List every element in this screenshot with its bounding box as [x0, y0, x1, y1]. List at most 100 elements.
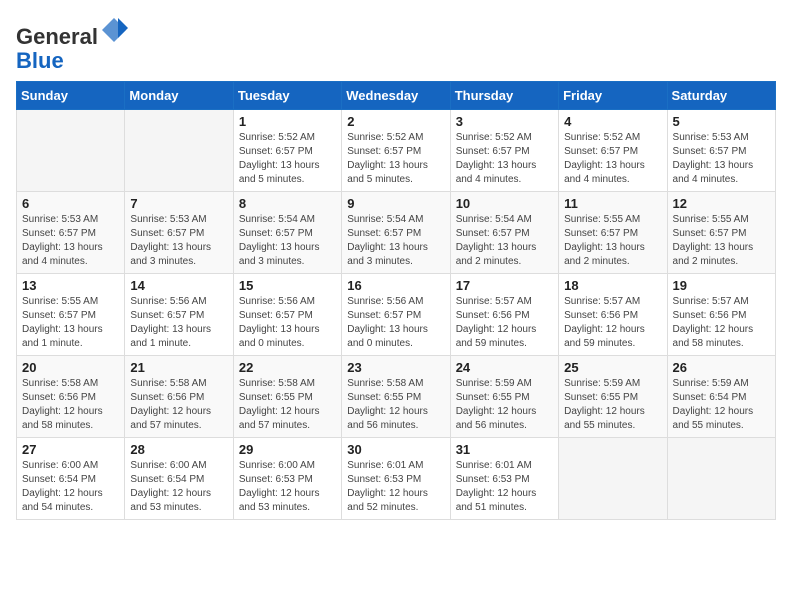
calendar-body: 1Sunrise: 5:52 AM Sunset: 6:57 PM Daylig… — [17, 110, 776, 520]
day-info: Sunrise: 5:59 AM Sunset: 6:55 PM Dayligh… — [564, 377, 661, 433]
calendar-cell: 24Sunrise: 5:59 AM Sunset: 6:55 PM Dayli… — [450, 356, 558, 438]
calendar-cell: 11 Sunrise: 5:55 AM Sunset: 6:57 PM Dayli… — [559, 192, 667, 274]
logo-blue: Blue — [16, 48, 64, 73]
day-number: 21 — [130, 360, 227, 375]
day-info: Sunrise: 5:54 AM Sunset: 6:57 PM Dayligh… — [239, 213, 336, 269]
day-number: 15 — [239, 278, 336, 293]
weekday-header-cell: Friday — [559, 82, 667, 110]
calendar-cell: 26Sunrise: 5:59 AM Sunset: 6:54 PM Dayli… — [667, 356, 775, 438]
logo-icon — [100, 16, 128, 44]
calendar-cell: 27 Sunrise: 6:00 AM Sunset: 6:54 PM Dayli… — [17, 438, 125, 520]
day-number: 28 — [130, 442, 227, 457]
calendar-cell: 13 Sunrise: 5:55 AM Sunset: 6:57 PM Dayli… — [17, 274, 125, 356]
day-info: Sunrise: 6:00 AM Sunset: 6:54 PM Dayligh… — [130, 459, 227, 515]
calendar-cell — [559, 438, 667, 520]
calendar-cell: 18 Sunrise: 5:57 AM Sunset: 6:56 PM Dayli… — [559, 274, 667, 356]
day-info: Sunrise: 5:54 AM Sunset: 6:57 PM Dayligh… — [347, 213, 444, 269]
calendar-cell: 22 Sunrise: 5:58 AM Sunset: 6:55 PM Dayli… — [233, 356, 341, 438]
weekday-header-row: SundayMondayTuesdayWednesdayThursdayFrid… — [17, 82, 776, 110]
weekday-header-cell: Sunday — [17, 82, 125, 110]
calendar-cell: 29 Sunrise: 6:00 AM Sunset: 6:53 PM Dayli… — [233, 438, 341, 520]
day-info: Sunrise: 5:58 AM Sunset: 6:56 PM Dayligh… — [22, 377, 119, 433]
day-info: Sunrise: 5:59 AM Sunset: 6:54 PM Dayligh… — [673, 377, 770, 433]
day-number: 19 — [673, 278, 770, 293]
day-info: Sunrise: 5:52 AM Sunset: 6:57 PM Dayligh… — [239, 131, 336, 187]
day-info: Sunrise: 5:56 AM Sunset: 6:57 PM Dayligh… — [239, 295, 336, 351]
calendar-cell: 9Sunrise: 5:54 AM Sunset: 6:57 PM Daylig… — [342, 192, 450, 274]
weekday-header-cell: Monday — [125, 82, 233, 110]
day-info: Sunrise: 5:53 AM Sunset: 6:57 PM Dayligh… — [130, 213, 227, 269]
calendar-table: SundayMondayTuesdayWednesdayThursdayFrid… — [16, 81, 776, 520]
day-info: Sunrise: 5:52 AM Sunset: 6:57 PM Dayligh… — [347, 131, 444, 187]
calendar-cell: 28 Sunrise: 6:00 AM Sunset: 6:54 PM Dayli… — [125, 438, 233, 520]
day-info: Sunrise: 5:52 AM Sunset: 6:57 PM Dayligh… — [456, 131, 553, 187]
day-number: 18 — [564, 278, 661, 293]
day-number: 10 — [456, 196, 553, 211]
calendar-cell — [17, 110, 125, 192]
page-header: General Blue — [16, 16, 776, 73]
day-number: 16 — [347, 278, 444, 293]
day-info: Sunrise: 5:55 AM Sunset: 6:57 PM Dayligh… — [22, 295, 119, 351]
day-number: 2 — [347, 114, 444, 129]
day-info: Sunrise: 5:56 AM Sunset: 6:57 PM Dayligh… — [130, 295, 227, 351]
calendar-cell: 3 Sunrise: 5:52 AM Sunset: 6:57 PM Daylig… — [450, 110, 558, 192]
calendar-cell: 5Sunrise: 5:53 AM Sunset: 6:57 PM Daylig… — [667, 110, 775, 192]
day-info: Sunrise: 6:00 AM Sunset: 6:53 PM Dayligh… — [239, 459, 336, 515]
calendar-week-row: 13 Sunrise: 5:55 AM Sunset: 6:57 PM Dayli… — [17, 274, 776, 356]
day-info: Sunrise: 6:00 AM Sunset: 6:54 PM Dayligh… — [22, 459, 119, 515]
calendar-cell: 10Sunrise: 5:54 AM Sunset: 6:57 PM Dayli… — [450, 192, 558, 274]
calendar-cell: 31Sunrise: 6:01 AM Sunset: 6:53 PM Dayli… — [450, 438, 558, 520]
day-number: 17 — [456, 278, 553, 293]
day-number: 12 — [673, 196, 770, 211]
calendar-week-row: 1Sunrise: 5:52 AM Sunset: 6:57 PM Daylig… — [17, 110, 776, 192]
calendar-cell: 20Sunrise: 5:58 AM Sunset: 6:56 PM Dayli… — [17, 356, 125, 438]
day-number: 8 — [239, 196, 336, 211]
weekday-header-cell: Thursday — [450, 82, 558, 110]
day-number: 27 — [22, 442, 119, 457]
day-number: 30 — [347, 442, 444, 457]
calendar-cell: 23 Sunrise: 5:58 AM Sunset: 6:55 PM Dayli… — [342, 356, 450, 438]
day-info: Sunrise: 5:59 AM Sunset: 6:55 PM Dayligh… — [456, 377, 553, 433]
day-number: 23 — [347, 360, 444, 375]
calendar-cell: 4 Sunrise: 5:52 AM Sunset: 6:57 PM Daylig… — [559, 110, 667, 192]
day-number: 4 — [564, 114, 661, 129]
day-info: Sunrise: 5:52 AM Sunset: 6:57 PM Dayligh… — [564, 131, 661, 187]
day-info: Sunrise: 6:01 AM Sunset: 6:53 PM Dayligh… — [456, 459, 553, 515]
calendar-cell: 2 Sunrise: 5:52 AM Sunset: 6:57 PM Daylig… — [342, 110, 450, 192]
day-info: Sunrise: 5:55 AM Sunset: 6:57 PM Dayligh… — [564, 213, 661, 269]
calendar-cell: 17 Sunrise: 5:57 AM Sunset: 6:56 PM Dayli… — [450, 274, 558, 356]
day-number: 14 — [130, 278, 227, 293]
day-number: 22 — [239, 360, 336, 375]
day-info: Sunrise: 5:58 AM Sunset: 6:55 PM Dayligh… — [239, 377, 336, 433]
calendar-cell — [667, 438, 775, 520]
day-info: Sunrise: 5:57 AM Sunset: 6:56 PM Dayligh… — [564, 295, 661, 351]
weekday-header-cell: Tuesday — [233, 82, 341, 110]
calendar-cell: 16 Sunrise: 5:56 AM Sunset: 6:57 PM Dayli… — [342, 274, 450, 356]
logo: General Blue — [16, 16, 128, 73]
day-number: 3 — [456, 114, 553, 129]
calendar-cell: 7Sunrise: 5:53 AM Sunset: 6:57 PM Daylig… — [125, 192, 233, 274]
calendar-cell: 19Sunrise: 5:57 AM Sunset: 6:56 PM Dayli… — [667, 274, 775, 356]
calendar-cell: 25Sunrise: 5:59 AM Sunset: 6:55 PM Dayli… — [559, 356, 667, 438]
day-info: Sunrise: 5:57 AM Sunset: 6:56 PM Dayligh… — [456, 295, 553, 351]
calendar-week-row: 20Sunrise: 5:58 AM Sunset: 6:56 PM Dayli… — [17, 356, 776, 438]
calendar-cell: 14 Sunrise: 5:56 AM Sunset: 6:57 PM Dayli… — [125, 274, 233, 356]
day-info: Sunrise: 6:01 AM Sunset: 6:53 PM Dayligh… — [347, 459, 444, 515]
day-number: 29 — [239, 442, 336, 457]
day-number: 6 — [22, 196, 119, 211]
calendar-cell — [125, 110, 233, 192]
day-info: Sunrise: 5:58 AM Sunset: 6:55 PM Dayligh… — [347, 377, 444, 433]
day-info: Sunrise: 5:53 AM Sunset: 6:57 PM Dayligh… — [22, 213, 119, 269]
calendar-cell: 21 Sunrise: 5:58 AM Sunset: 6:56 PM Dayli… — [125, 356, 233, 438]
weekday-header-cell: Saturday — [667, 82, 775, 110]
day-number: 13 — [22, 278, 119, 293]
calendar-cell: 30 Sunrise: 6:01 AM Sunset: 6:53 PM Dayli… — [342, 438, 450, 520]
day-info: Sunrise: 5:53 AM Sunset: 6:57 PM Dayligh… — [673, 131, 770, 187]
calendar-cell: 8 Sunrise: 5:54 AM Sunset: 6:57 PM Daylig… — [233, 192, 341, 274]
calendar-cell: 15 Sunrise: 5:56 AM Sunset: 6:57 PM Dayli… — [233, 274, 341, 356]
day-number: 11 — [564, 196, 661, 211]
calendar-cell: 6 Sunrise: 5:53 AM Sunset: 6:57 PM Daylig… — [17, 192, 125, 274]
day-info: Sunrise: 5:56 AM Sunset: 6:57 PM Dayligh… — [347, 295, 444, 351]
day-info: Sunrise: 5:58 AM Sunset: 6:56 PM Dayligh… — [130, 377, 227, 433]
logo-general: General — [16, 24, 98, 49]
